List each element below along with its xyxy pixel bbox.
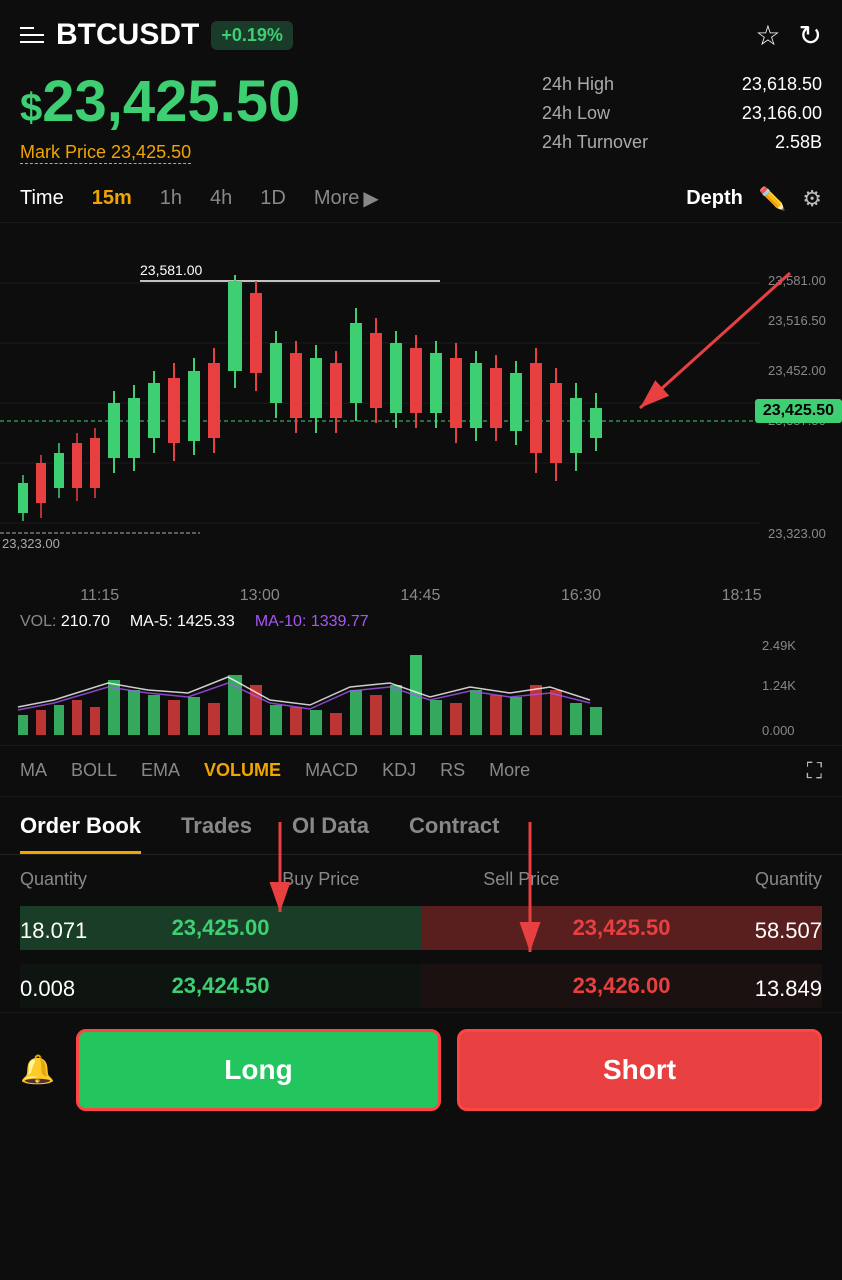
low-value: 23,166.00 bbox=[742, 103, 822, 124]
ind-ma[interactable]: MA bbox=[20, 760, 47, 781]
bell-icon[interactable]: 🔔 bbox=[20, 1053, 60, 1086]
more-label: More bbox=[314, 187, 360, 210]
candlestick-chart: 23,581.00 23,323.00 bbox=[0, 223, 842, 583]
pencil-icon[interactable]: ✏️ bbox=[759, 186, 786, 212]
high-label: 24h High bbox=[542, 74, 614, 95]
tab-trades[interactable]: Trades bbox=[181, 813, 252, 854]
dollar-sign: $ bbox=[20, 86, 42, 130]
tab-1d[interactable]: 1D bbox=[260, 187, 286, 210]
short-button[interactable]: Short bbox=[457, 1029, 822, 1111]
order-row-2: 0.008 13.849 bbox=[0, 966, 842, 1012]
time-1445: 14:45 bbox=[400, 587, 440, 605]
time-1630: 16:30 bbox=[561, 587, 601, 605]
chart-container: 23,581.00 23,323.00 bbox=[0, 223, 842, 583]
tab-15m[interactable]: 15m bbox=[92, 187, 132, 210]
svg-text:0.000: 0.000 bbox=[762, 723, 795, 738]
row2-left-qty: 0.008 bbox=[20, 976, 221, 1002]
svg-text:23,323.00: 23,323.00 bbox=[2, 536, 60, 551]
price-stats: 24h High 23,618.50 24h Low 23,166.00 24h… bbox=[542, 70, 822, 164]
order-row-2-wrapper: 23,424.50 23,426.00 0.008 13.849 bbox=[0, 964, 842, 1012]
header-quantity-left: Quantity bbox=[20, 869, 221, 890]
star-icon[interactable]: ☆ bbox=[755, 19, 780, 52]
refresh-icon[interactable]: ↻ bbox=[799, 19, 822, 52]
row2-right-qty: 13.849 bbox=[622, 976, 823, 1002]
time-13: 13:00 bbox=[240, 587, 280, 605]
depth-section: Depth ✏️ ⚙ bbox=[686, 186, 822, 212]
order-book-tabs: Order Book Trades OI Data Contract bbox=[0, 797, 842, 855]
turnover-label: 24h Turnover bbox=[542, 132, 648, 153]
mark-price: Mark Price 23,425.50 bbox=[20, 142, 191, 164]
more-arrow-icon: ▶ bbox=[363, 186, 378, 211]
depth-label[interactable]: Depth bbox=[686, 187, 743, 210]
svg-text:23,516.50: 23,516.50 bbox=[768, 313, 826, 328]
row1-left-qty: 18.071 bbox=[20, 918, 221, 944]
current-price-label: 23,425.50 bbox=[755, 399, 842, 423]
svg-text:1.24K: 1.24K bbox=[762, 678, 796, 693]
svg-text:2.49K: 2.49K bbox=[762, 638, 796, 653]
ma10-label: MA-10: 1339.77 bbox=[255, 613, 369, 631]
tab-time[interactable]: Time bbox=[20, 187, 64, 210]
stat-turnover: 24h Turnover 2.58B bbox=[542, 132, 822, 153]
indicator-tabs: MA BOLL EMA VOLUME MACD KDJ RS More ⛶ bbox=[0, 745, 842, 797]
ma5-label: MA-5: 1425.33 bbox=[130, 613, 235, 631]
volume-info: VOL: 210.70 MA-5: 1425.33 MA-10: 1339.77 bbox=[0, 609, 842, 635]
settings-icon[interactable]: ⚙ bbox=[802, 186, 822, 212]
price-section: $23,425.50 Mark Price 23,425.50 24h High… bbox=[0, 64, 842, 176]
order-book-header: Quantity Buy Price Sell Price Quantity bbox=[0, 855, 842, 904]
price-left: $23,425.50 Mark Price 23,425.50 bbox=[20, 70, 542, 164]
tab-oi-data[interactable]: OI Data bbox=[292, 813, 369, 854]
row1-right-qty: 58.507 bbox=[622, 918, 823, 944]
ticker-name[interactable]: BTCUSDT bbox=[56, 18, 199, 52]
vol-value: 210.70 bbox=[61, 613, 110, 630]
header-sell-price: Sell Price bbox=[421, 869, 622, 890]
svg-text:23,452.00: 23,452.00 bbox=[768, 363, 826, 378]
svg-text:23,581.00: 23,581.00 bbox=[140, 262, 202, 278]
volume-chart: 2.49K 1.24K 0.000 bbox=[0, 635, 842, 745]
vol-label: VOL: 210.70 bbox=[20, 613, 110, 631]
expand-icon[interactable]: ⛶ bbox=[807, 758, 822, 784]
main-price: $23,425.50 bbox=[20, 70, 542, 134]
header-right: ☆ ↻ bbox=[755, 19, 822, 52]
long-button[interactable]: Long bbox=[76, 1029, 441, 1111]
ind-kdj[interactable]: KDJ bbox=[382, 760, 416, 781]
chart-time-scale: 11:15 13:00 14:45 16:30 18:15 bbox=[0, 583, 842, 609]
low-label: 24h Low bbox=[542, 103, 610, 124]
tab-4h[interactable]: 4h bbox=[210, 187, 232, 210]
order-book-body: 23,425.00 23,425.50 18.071 58.507 bbox=[0, 906, 842, 954]
header-left: BTCUSDT +0.19% bbox=[20, 18, 293, 52]
time-1815: 18:15 bbox=[722, 587, 762, 605]
tab-order-book[interactable]: Order Book bbox=[20, 813, 141, 854]
ind-more[interactable]: More bbox=[489, 760, 530, 781]
ind-boll[interactable]: BOLL bbox=[71, 760, 117, 781]
header-buy-price: Buy Price bbox=[221, 869, 422, 890]
header: BTCUSDT +0.19% ☆ ↻ bbox=[0, 0, 842, 64]
svg-text:23,323.00: 23,323.00 bbox=[768, 526, 826, 541]
stat-low: 24h Low 23,166.00 bbox=[542, 103, 822, 124]
ind-macd[interactable]: MACD bbox=[305, 760, 358, 781]
high-value: 23,618.50 bbox=[742, 74, 822, 95]
time-tabs: Time 15m 1h 4h 1D More ▶ Depth ✏️ ⚙ bbox=[0, 176, 842, 223]
change-badge: +0.19% bbox=[211, 21, 293, 50]
stat-high: 24h High 23,618.50 bbox=[542, 74, 822, 95]
tab-1h[interactable]: 1h bbox=[160, 187, 182, 210]
volume-svg: 2.49K 1.24K 0.000 bbox=[0, 635, 842, 745]
ind-ema[interactable]: EMA bbox=[141, 760, 180, 781]
more-button[interactable]: More ▶ bbox=[314, 186, 379, 211]
price-value: 23,425.50 bbox=[42, 69, 300, 134]
ind-volume[interactable]: VOLUME bbox=[204, 760, 281, 781]
tab-contract[interactable]: Contract bbox=[409, 813, 499, 854]
ind-rs[interactable]: RS bbox=[440, 760, 465, 781]
menu-icon[interactable] bbox=[20, 27, 44, 43]
order-row-1: 18.071 58.507 bbox=[0, 908, 842, 954]
action-bar: 🔔 Long Short bbox=[0, 1012, 842, 1127]
header-quantity-right: Quantity bbox=[622, 869, 823, 890]
turnover-value: 2.58B bbox=[775, 132, 822, 153]
time-11: 11:15 bbox=[80, 587, 119, 605]
